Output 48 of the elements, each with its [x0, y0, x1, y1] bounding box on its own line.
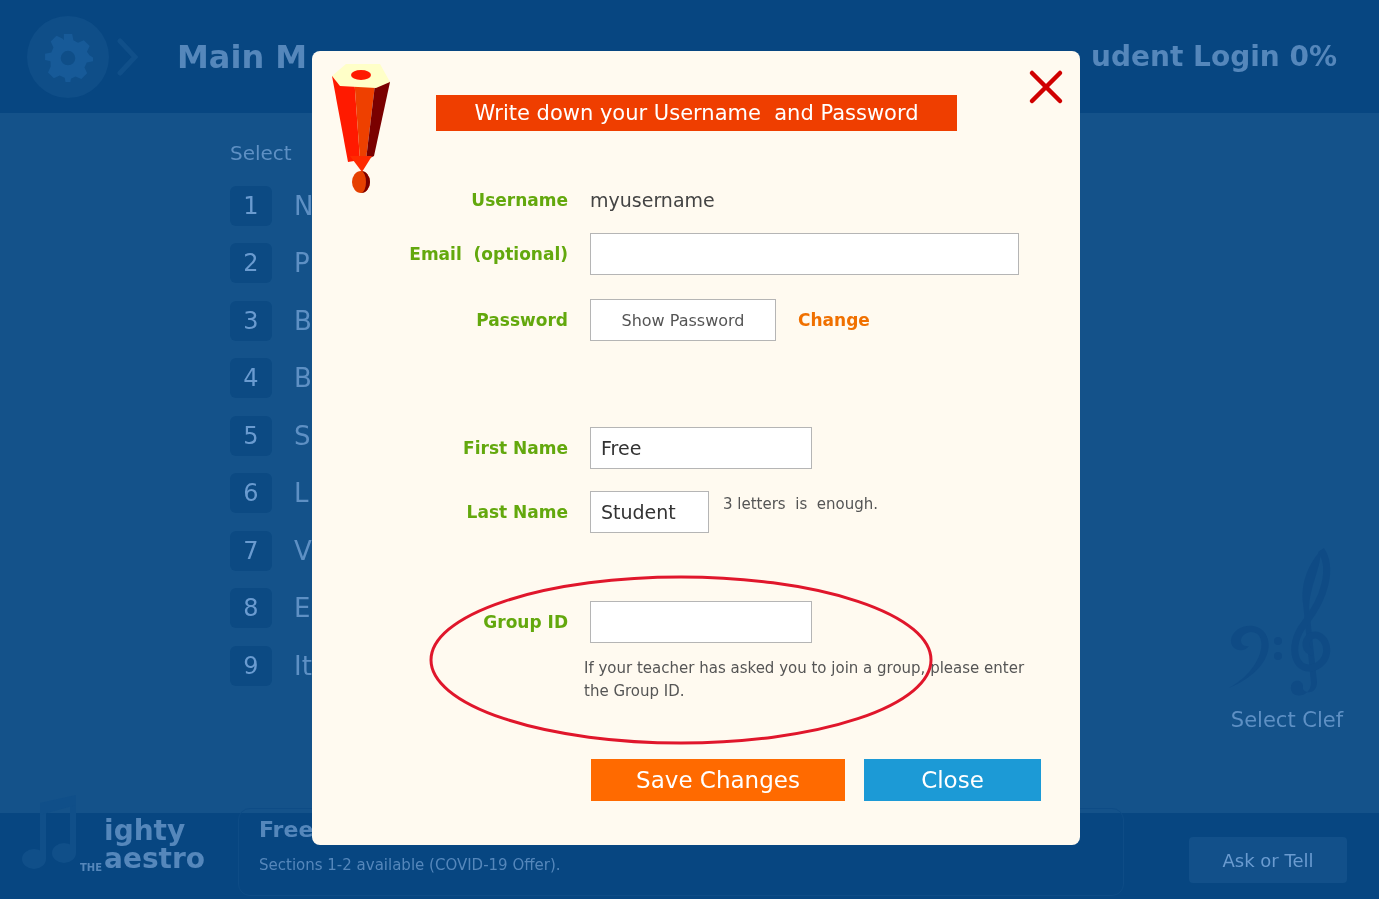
- section-number[interactable]: 6: [230, 473, 272, 514]
- section-label[interactable]: N: [294, 190, 314, 221]
- field-hint: 3 letters is enough.: [723, 495, 878, 513]
- plan-title: Free: [259, 817, 315, 842]
- input-field[interactable]: Free: [590, 427, 812, 469]
- section-number[interactable]: 7: [230, 530, 272, 571]
- field-label: Group ID: [483, 612, 568, 632]
- section-label[interactable]: E: [294, 593, 311, 624]
- logo-text: aestro: [104, 845, 205, 873]
- ask-button[interactable]: Ask or Tell: [1189, 837, 1347, 883]
- section-label[interactable]: It: [294, 650, 312, 681]
- section-label[interactable]: B: [294, 363, 312, 394]
- section-number[interactable]: 9: [230, 645, 272, 686]
- logo-text: ighty: [104, 817, 187, 845]
- help-text: If your teacher has asked you to join a group, please enter the Group ID.: [584, 658, 1026, 702]
- section-label[interactable]: S: [294, 420, 311, 451]
- section-heading: Select: [230, 141, 293, 165]
- section-label[interactable]: V: [294, 535, 312, 566]
- section-label[interactable]: L: [294, 478, 309, 509]
- close-icon[interactable]: [1028, 69, 1064, 105]
- field-label: First Name: [463, 438, 568, 458]
- page-title: Main M: [177, 37, 308, 76]
- dialog-banner: Write down your Username and Password: [436, 95, 957, 131]
- plan-note: Sections 1-2 available (COVID-19 Offer).: [259, 856, 562, 874]
- login-status: udent Login 0%: [1091, 40, 1337, 73]
- input-field[interactable]: [590, 233, 1019, 275]
- input-field[interactable]: Student: [590, 491, 709, 533]
- change-link[interactable]: Change: [798, 310, 870, 330]
- logo-label: THE: [80, 862, 103, 873]
- section-number[interactable]: 2: [230, 243, 272, 284]
- clef-label[interactable]: Select Clef: [1230, 708, 1344, 732]
- section-number[interactable]: 8: [230, 588, 272, 629]
- section-number[interactable]: 3: [230, 300, 272, 341]
- input-field[interactable]: [590, 601, 812, 643]
- save-button[interactable]: Save Changes: [591, 759, 845, 801]
- show-password-button[interactable]: Show Password: [590, 299, 776, 341]
- section-number[interactable]: 4: [230, 358, 272, 399]
- pencil-exclamation-icon: [330, 62, 392, 194]
- field-label: Last Name: [466, 502, 568, 522]
- close-button[interactable]: Close: [864, 759, 1041, 801]
- section-label[interactable]: B: [294, 305, 312, 336]
- section-number[interactable]: 1: [230, 185, 272, 226]
- username-value: myusername: [590, 189, 715, 211]
- section-label[interactable]: P: [294, 248, 310, 279]
- section-number[interactable]: 5: [230, 415, 272, 456]
- field-label: Username: [471, 190, 568, 210]
- field-label: Email (optional): [409, 244, 568, 264]
- field-label: Password: [476, 310, 568, 330]
